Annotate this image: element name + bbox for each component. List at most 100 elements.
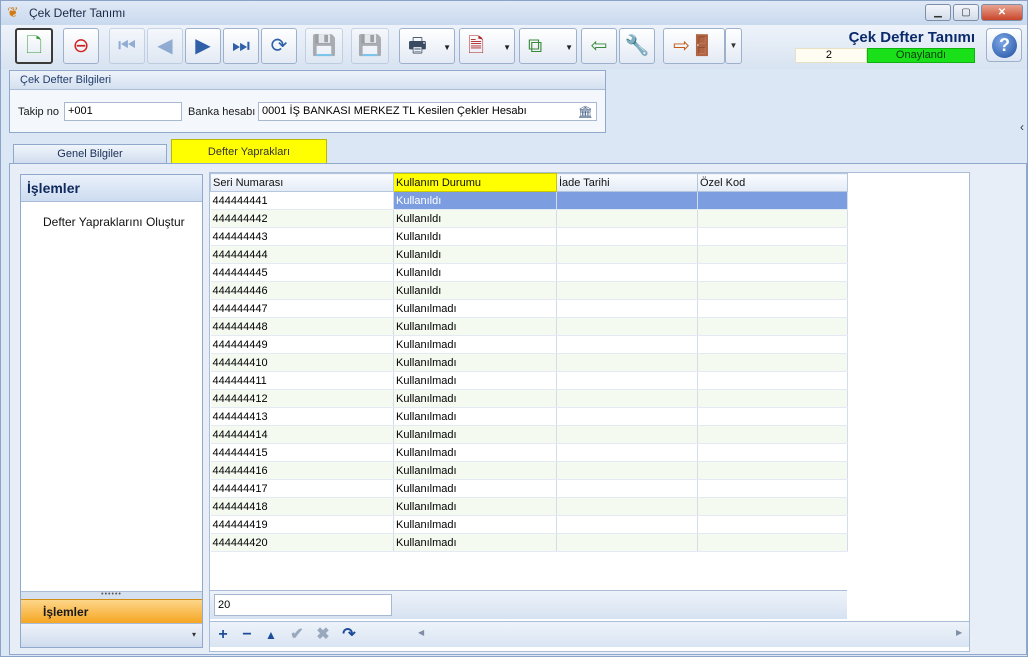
- ozel-cell[interactable]: [697, 371, 848, 390]
- durum-cell[interactable]: Kullanıldı: [393, 281, 557, 300]
- ozel-cell[interactable]: [697, 443, 848, 462]
- durum-cell[interactable]: Kullanıldı: [393, 191, 557, 210]
- durum-cell[interactable]: Kullanılmadı: [393, 353, 557, 372]
- durum-cell[interactable]: Kullanılmadı: [393, 533, 557, 552]
- table-row[interactable]: 444444416 Kullanılmadı: [210, 461, 848, 480]
- last-record-button[interactable]: ⏭: [223, 28, 259, 64]
- iade-cell[interactable]: [556, 371, 698, 390]
- print-button[interactable]: 🖶 ▼: [399, 28, 455, 64]
- tab-defter-yapraklari[interactable]: Defter Yaprakları: [171, 139, 327, 164]
- table-row[interactable]: 444444445 Kullanıldı: [210, 263, 848, 282]
- redo-icon[interactable]: ↷: [338, 625, 360, 645]
- iade-cell[interactable]: [556, 497, 698, 516]
- iade-cell[interactable]: [556, 263, 698, 282]
- ozel-cell[interactable]: [697, 299, 848, 318]
- table-row[interactable]: 444444447 Kullanılmadı: [210, 299, 848, 318]
- durum-cell[interactable]: Kullanılmadı: [393, 443, 557, 462]
- close-button[interactable]: ✕: [981, 4, 1023, 21]
- durum-cell[interactable]: Kullanılmadı: [393, 335, 557, 354]
- create-leaves-action[interactable]: Defter Yapraklarını Oluştur: [43, 215, 185, 229]
- seri-cell[interactable]: 444444445: [210, 263, 394, 282]
- export-pdf-button[interactable]: 🗎 ▼: [459, 28, 515, 64]
- scroll-right-icon[interactable]: ▶: [956, 628, 962, 637]
- seri-cell[interactable]: 444444442: [210, 209, 394, 228]
- durum-cell[interactable]: Kullanıldı: [393, 245, 557, 264]
- first-record-button[interactable]: ⏮: [109, 28, 145, 64]
- seri-cell[interactable]: 444444418: [210, 497, 394, 516]
- durum-cell[interactable]: Kullanılmadı: [393, 479, 557, 498]
- table-row[interactable]: 444444420 Kullanılmadı: [210, 533, 848, 552]
- new-record-button[interactable]: 🗋: [15, 28, 53, 64]
- seri-cell[interactable]: 444444414: [210, 425, 394, 444]
- ozel-cell[interactable]: [697, 317, 848, 336]
- iade-cell[interactable]: [556, 407, 698, 426]
- column-header-iade[interactable]: İade Tarihi: [556, 173, 698, 192]
- ozel-cell[interactable]: [697, 227, 848, 246]
- collapse-arrow-icon[interactable]: ‹: [1020, 120, 1024, 134]
- seri-cell[interactable]: 444444413: [210, 407, 394, 426]
- check-icon[interactable]: ✔: [286, 625, 308, 645]
- ozel-cell[interactable]: [697, 263, 848, 282]
- durum-cell[interactable]: Kullanılmadı: [393, 515, 557, 534]
- takip-input[interactable]: +001: [64, 102, 182, 121]
- settings-button[interactable]: 🔧: [619, 28, 655, 64]
- panel-splitter[interactable]: ••••••: [21, 591, 202, 599]
- seri-cell[interactable]: 444444419: [210, 515, 394, 534]
- tab-genel-bilgiler[interactable]: Genel Bilgiler: [13, 144, 167, 164]
- table-row[interactable]: 444444412 Kullanılmadı: [210, 389, 848, 408]
- column-header-durum[interactable]: Kullanım Durumu: [393, 173, 557, 192]
- copy-button[interactable]: ⧉ ▼: [519, 28, 577, 64]
- seri-cell[interactable]: 444444449: [210, 335, 394, 354]
- seri-cell[interactable]: 444444411: [210, 371, 394, 390]
- durum-cell[interactable]: Kullanılmadı: [393, 497, 557, 516]
- scroll-left-icon[interactable]: ◀: [418, 628, 424, 637]
- seri-cell[interactable]: 444444412: [210, 389, 394, 408]
- delete-record-button[interactable]: ⊖: [63, 28, 99, 64]
- panel-footer[interactable]: ▾: [21, 623, 202, 647]
- minimize-button[interactable]: ▁: [925, 4, 951, 21]
- seri-cell[interactable]: 444444446: [210, 281, 394, 300]
- ozel-cell[interactable]: [697, 533, 848, 552]
- iade-cell[interactable]: [556, 533, 698, 552]
- seri-cell[interactable]: 444444417: [210, 479, 394, 498]
- durum-cell[interactable]: Kullanılmadı: [393, 371, 557, 390]
- table-row[interactable]: 444444443 Kullanıldı: [210, 227, 848, 246]
- iade-cell[interactable]: [556, 227, 698, 246]
- ozel-cell[interactable]: [697, 245, 848, 264]
- iade-cell[interactable]: [556, 443, 698, 462]
- table-row[interactable]: 444444449 Kullanılmadı: [210, 335, 848, 354]
- ozel-cell[interactable]: [697, 515, 848, 534]
- import-button[interactable]: ⇦: [581, 28, 617, 64]
- seri-cell[interactable]: 444444420: [210, 533, 394, 552]
- ozel-cell[interactable]: [697, 407, 848, 426]
- table-row[interactable]: 444444448 Kullanılmadı: [210, 317, 848, 336]
- durum-cell[interactable]: Kullanılmadı: [393, 407, 557, 426]
- iade-cell[interactable]: [556, 281, 698, 300]
- remove-icon[interactable]: −: [236, 625, 258, 645]
- durum-cell[interactable]: Kullanılmadı: [393, 299, 557, 318]
- ozel-cell[interactable]: [697, 425, 848, 444]
- durum-cell[interactable]: Kullanılmadı: [393, 425, 557, 444]
- table-row[interactable]: 444444410 Kullanılmadı: [210, 353, 848, 372]
- iade-cell[interactable]: [556, 425, 698, 444]
- help-button[interactable]: ?: [986, 28, 1022, 62]
- durum-cell[interactable]: Kullanılmadı: [393, 317, 557, 336]
- next-record-button[interactable]: ▶: [185, 28, 221, 64]
- column-header-seri[interactable]: Seri Numarası: [210, 173, 394, 192]
- table-row[interactable]: 444444418 Kullanılmadı: [210, 497, 848, 516]
- ozel-cell[interactable]: [697, 209, 848, 228]
- table-row[interactable]: 444444417 Kullanılmadı: [210, 479, 848, 498]
- seri-cell[interactable]: 444444443: [210, 227, 394, 246]
- ozel-cell[interactable]: [697, 461, 848, 480]
- table-row[interactable]: 444444444 Kullanıldı: [210, 245, 848, 264]
- column-header-ozel[interactable]: Özel Kod: [697, 173, 848, 192]
- table-row[interactable]: 444444419 Kullanılmadı: [210, 515, 848, 534]
- seri-cell[interactable]: 444444448: [210, 317, 394, 336]
- seri-cell[interactable]: 444444416: [210, 461, 394, 480]
- table-row[interactable]: 444444442 Kullanıldı: [210, 209, 848, 228]
- table-row[interactable]: 444444446 Kullanıldı: [210, 281, 848, 300]
- iade-cell[interactable]: [556, 191, 698, 210]
- seri-cell[interactable]: 444444415: [210, 443, 394, 462]
- iade-cell[interactable]: [556, 317, 698, 336]
- exit-button[interactable]: ⇨🚪: [663, 28, 725, 64]
